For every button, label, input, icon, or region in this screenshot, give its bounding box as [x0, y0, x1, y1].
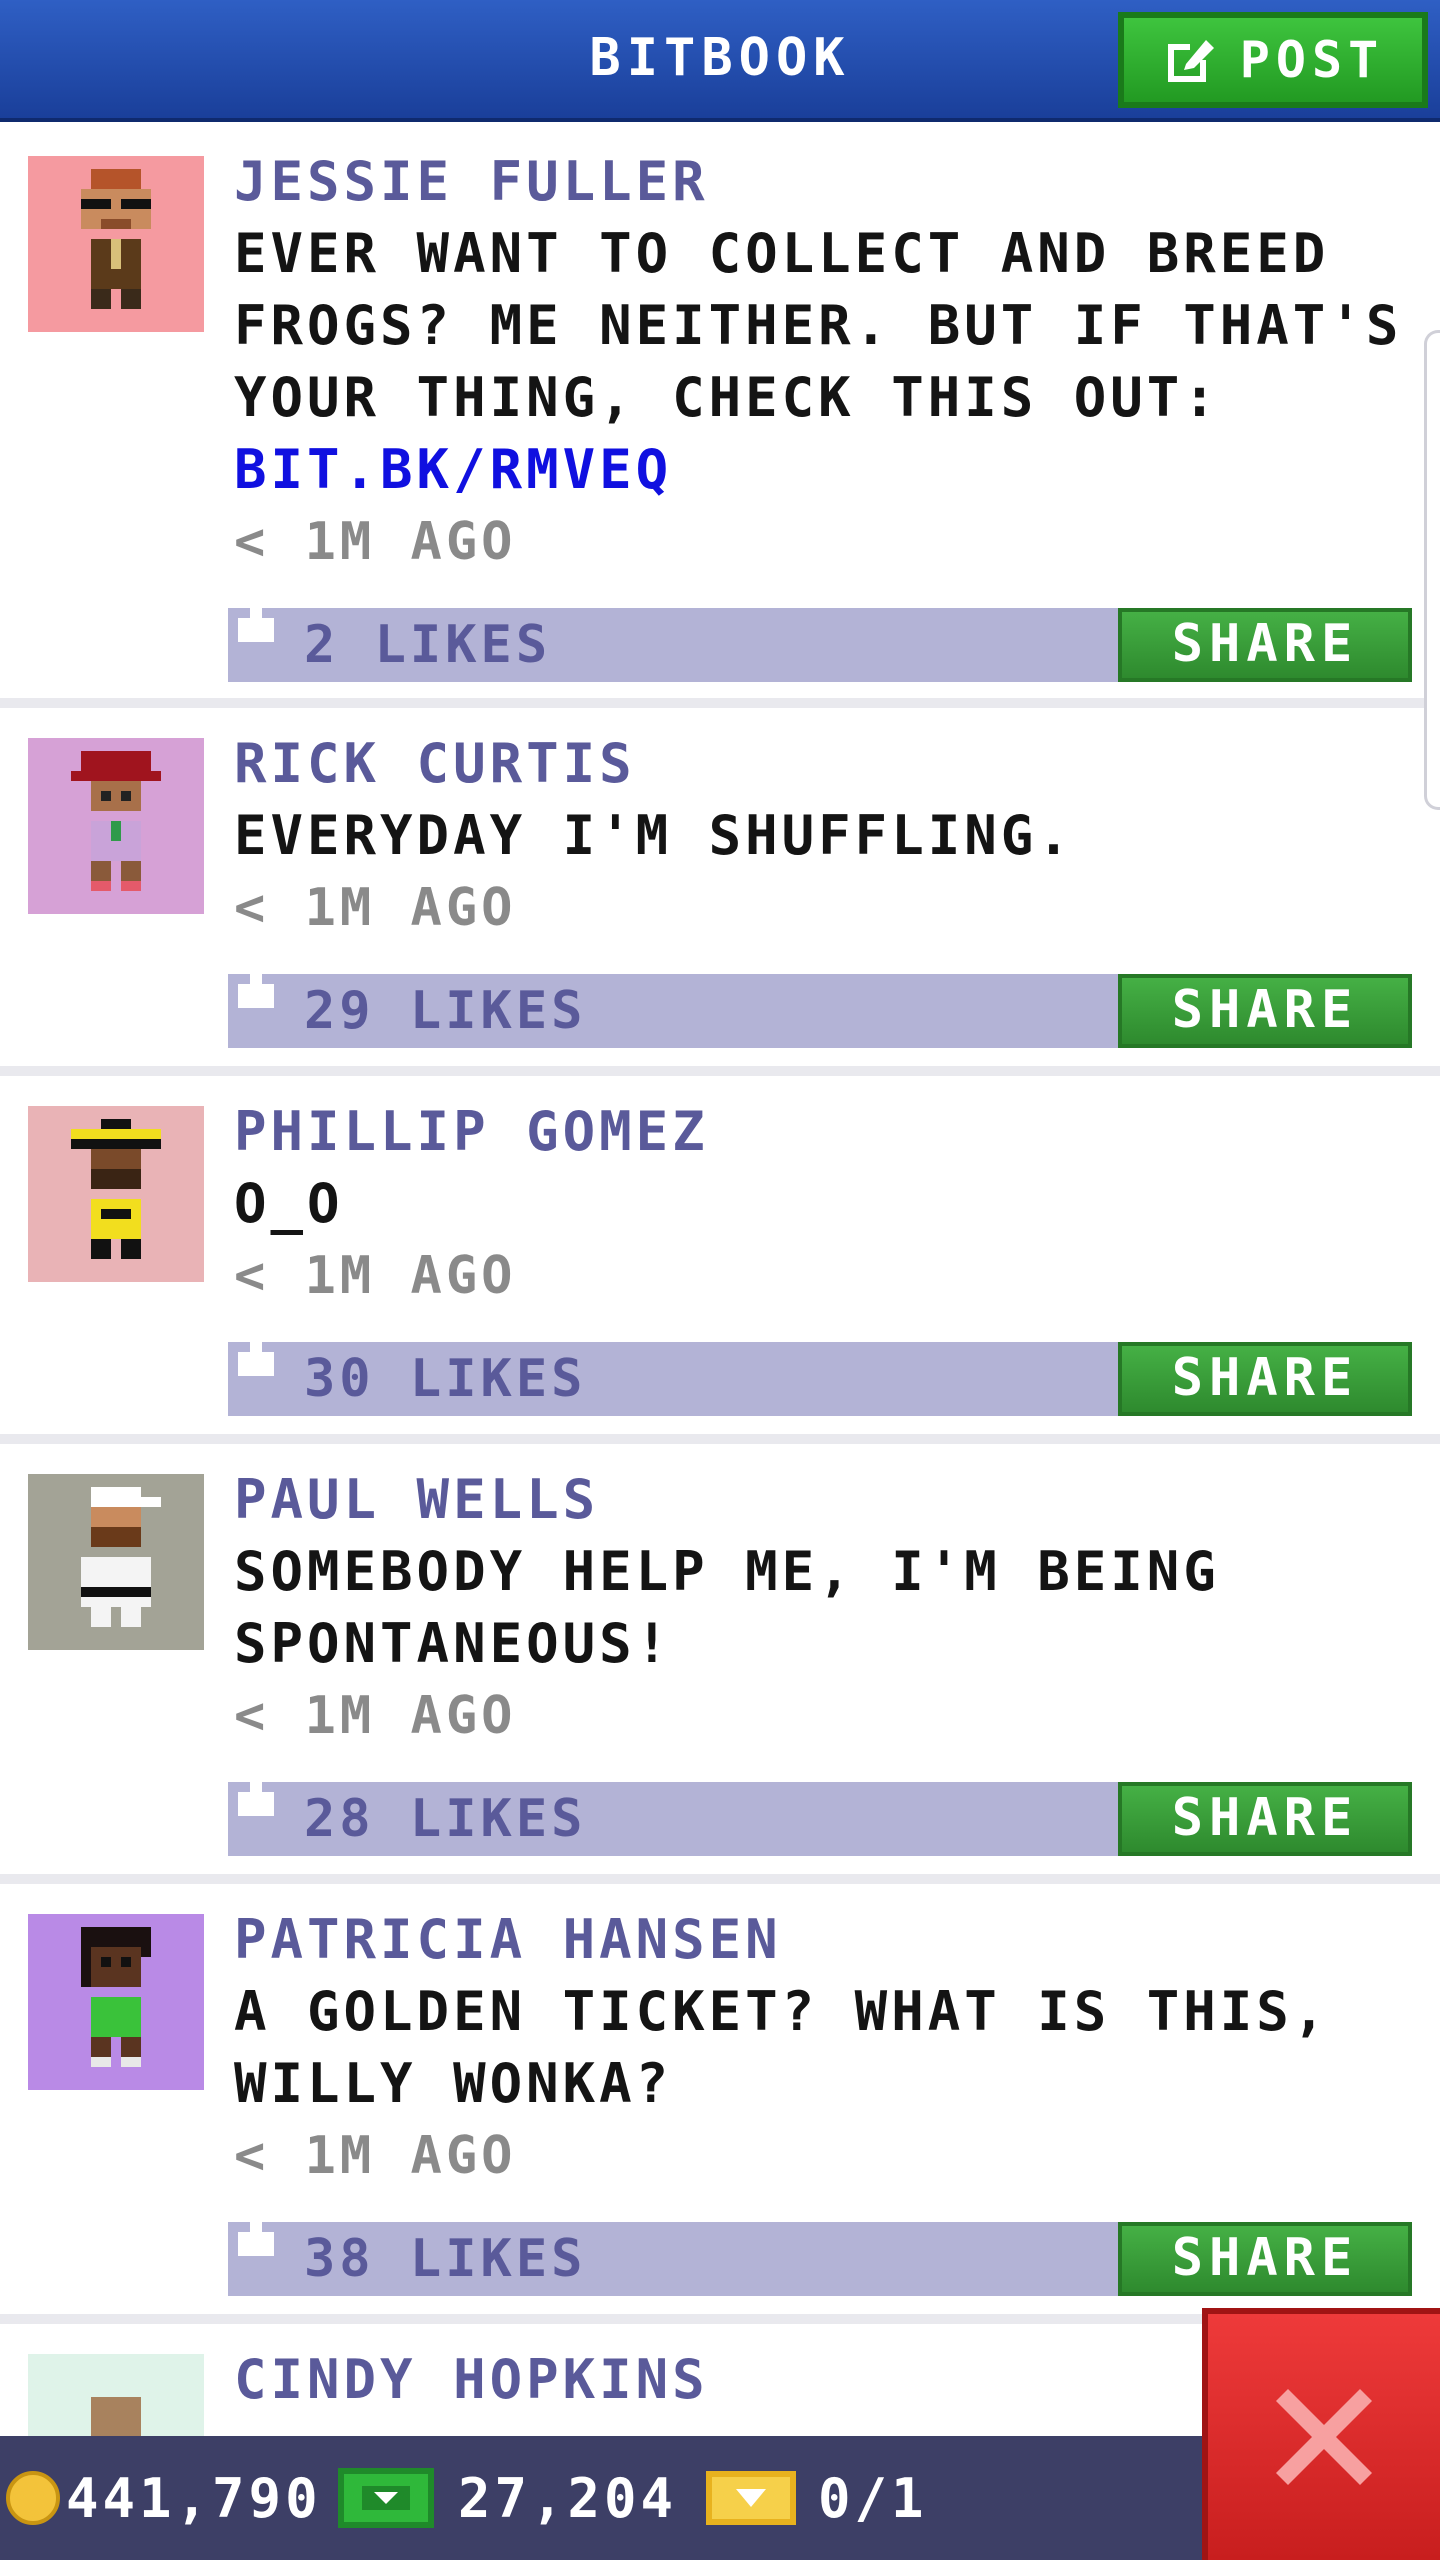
share-button[interactable]: SHARE — [1118, 608, 1412, 682]
feed-post: PHILLIP GOMEZ O_O < 1M AGO 30 LIKES SHAR… — [0, 1076, 1440, 1444]
share-button[interactable]: SHARE — [1118, 1342, 1412, 1416]
post-action-bar: 30 LIKES SHARE — [228, 1328, 1412, 1416]
post-button-label: POST — [1239, 31, 1385, 89]
thumbs-up-icon — [238, 594, 274, 642]
post-link[interactable]: BIT.BK/RMVEQ — [234, 438, 672, 501]
post-body: PAUL WELLS SOMEBODY HELP ME, I'M BEING S… — [228, 1444, 1440, 1856]
share-button[interactable]: SHARE — [1118, 2222, 1412, 2296]
close-button[interactable] — [1202, 2308, 1440, 2560]
post-message: SOMEBODY HELP ME, I'M BEING SPONTANEOUS! — [234, 1540, 1220, 1675]
news-feed: JESSIE FULLER EVER WANT TO COLLECT AND B… — [0, 126, 1440, 2530]
likes-count: 28 LIKES — [304, 1789, 587, 1849]
likes-count: 29 LIKES — [304, 981, 587, 1041]
golden-ticket-icon — [706, 2471, 796, 2525]
avatar-sprite — [71, 751, 161, 891]
avatar[interactable] — [28, 1474, 204, 1650]
post-action-bar: 29 LIKES SHARE — [228, 960, 1412, 1048]
avatar-sprite — [71, 1119, 161, 1259]
post-message: A GOLDEN TICKET? WHAT IS THIS, WILLY WON… — [234, 1980, 1330, 2115]
bux-icon — [338, 2468, 434, 2528]
scrollbar[interactable] — [1424, 330, 1440, 810]
share-button[interactable]: SHARE — [1118, 974, 1412, 1048]
post-action-bar: 38 LIKES SHARE — [228, 2208, 1412, 2296]
coin-icon — [6, 2471, 60, 2525]
feed-post: RICK CURTIS EVERYDAY I'M SHUFFLING. < 1M… — [0, 708, 1440, 1076]
post-message: EVER WANT TO COLLECT AND BREED FROGS? ME… — [234, 218, 1420, 506]
likes-count: 38 LIKES — [304, 2229, 587, 2289]
avatar-sprite — [81, 169, 151, 309]
post-action-bar: 2 LIKES SHARE — [228, 594, 1412, 682]
close-icon — [1276, 2389, 1372, 2485]
post-author[interactable]: RICK CURTIS — [234, 728, 1420, 800]
post-action-bar: 28 LIKES SHARE — [228, 1768, 1412, 1856]
post-message: O_O — [234, 1172, 344, 1235]
post-author[interactable]: PHILLIP GOMEZ — [234, 1096, 1420, 1168]
post-time: < 1M AGO — [234, 878, 517, 938]
thumbs-up-icon — [238, 1768, 274, 1816]
tickets-value: 0/1 — [818, 2466, 928, 2530]
post-message-text: EVER WANT TO COLLECT AND BREED FROGS? ME… — [234, 222, 1403, 429]
post-author[interactable]: PATRICIA HANSEN — [234, 1904, 1420, 1976]
avatar-sprite — [81, 1927, 151, 2067]
likes-count: 30 LIKES — [304, 1349, 587, 1409]
avatar[interactable] — [28, 1914, 204, 2090]
post-time: < 1M AGO — [234, 1246, 517, 1306]
post-time: < 1M AGO — [234, 512, 517, 572]
coins-value: 441,790 — [66, 2466, 322, 2530]
thumbs-up-icon — [238, 1328, 274, 1376]
avatar[interactable] — [28, 156, 204, 332]
post-body: JESSIE FULLER EVER WANT TO COLLECT AND B… — [228, 126, 1440, 682]
feed-post: PAUL WELLS SOMEBODY HELP ME, I'M BEING S… — [0, 1444, 1440, 1884]
post-button[interactable]: POST — [1118, 12, 1428, 108]
post-author[interactable]: JESSIE FULLER — [234, 146, 1420, 218]
bux-display: 27,204 — [338, 2436, 677, 2560]
avatar[interactable] — [28, 1106, 204, 1282]
post-time: < 1M AGO — [234, 2126, 517, 2186]
coins-display: 441,790 — [6, 2436, 322, 2560]
avatar-sprite — [81, 1487, 161, 1627]
thumbs-up-icon — [238, 960, 274, 1008]
post-time: < 1M AGO — [234, 1686, 517, 1746]
post-author[interactable]: PAUL WELLS — [234, 1464, 1420, 1536]
feed-post: PATRICIA HANSEN A GOLDEN TICKET? WHAT IS… — [0, 1884, 1440, 2324]
share-button[interactable]: SHARE — [1118, 1782, 1412, 1856]
bux-value: 27,204 — [458, 2466, 678, 2530]
app-header: BITBOOK POST — [0, 0, 1440, 122]
feed-post: JESSIE FULLER EVER WANT TO COLLECT AND B… — [0, 126, 1440, 708]
likes-count: 2 LIKES — [304, 615, 552, 675]
post-message: EVERYDAY I'M SHUFFLING. — [234, 804, 1074, 867]
avatar[interactable] — [28, 738, 204, 914]
thumbs-up-icon — [238, 2208, 274, 2256]
post-body: PHILLIP GOMEZ O_O < 1M AGO 30 LIKES SHAR… — [228, 1076, 1440, 1416]
post-body: RICK CURTIS EVERYDAY I'M SHUFFLING. < 1M… — [228, 708, 1440, 1048]
tickets-display: 0/1 — [706, 2436, 928, 2560]
edit-icon — [1167, 40, 1214, 82]
post-body: PATRICIA HANSEN A GOLDEN TICKET? WHAT IS… — [228, 1884, 1440, 2296]
